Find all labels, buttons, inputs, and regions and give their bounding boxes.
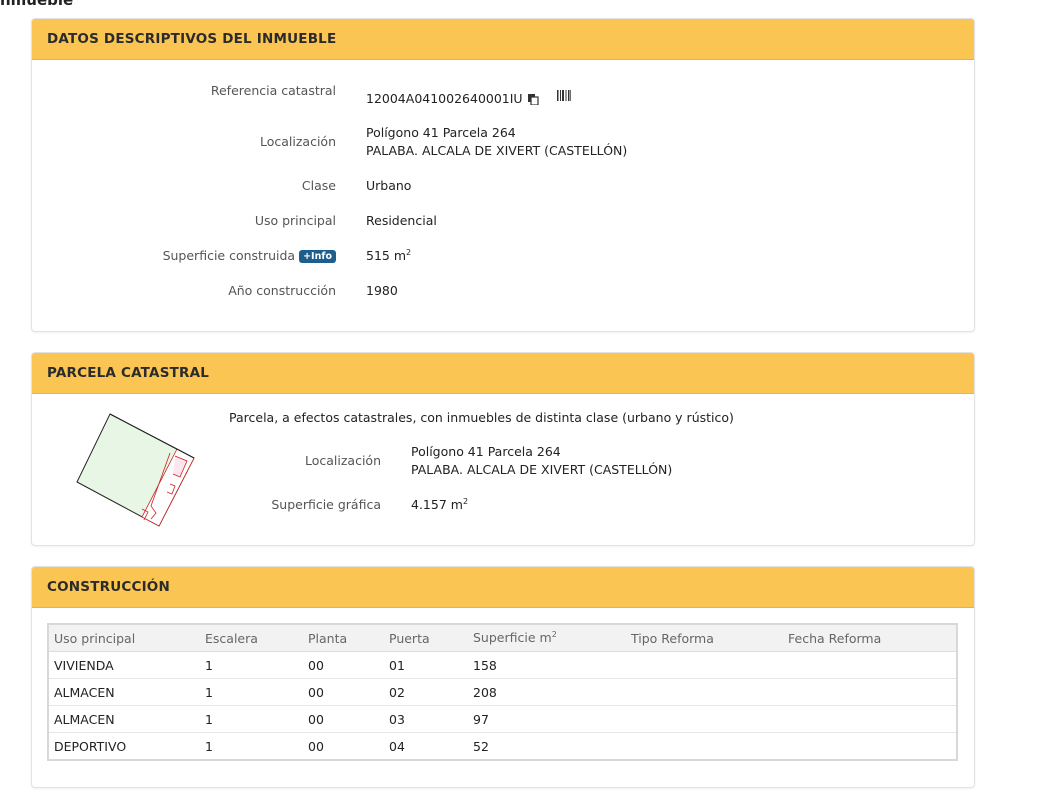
construccion-table: Uso principal Escalera Planta Puerta Sup… [47, 623, 958, 761]
cell-planta: 00 [303, 732, 384, 761]
cell-escalera: 1 [200, 678, 303, 706]
datos-descriptivos-panel: DATOS DESCRIPTIVOS DEL INMUEBLE Referenc… [31, 18, 975, 332]
cell-uso: VIVIENDA [48, 651, 200, 679]
anio-value: 1980 [366, 283, 398, 298]
parcel-map-icon[interactable] [72, 409, 212, 539]
parcela-sup-label: Superficie gráfica [271, 497, 381, 512]
cell-planta: 00 [303, 678, 384, 706]
cell-puerta: 03 [384, 705, 468, 733]
superficie-exp: 2 [406, 248, 412, 257]
cell-fecha-reforma [783, 651, 957, 679]
anio-label: Año construcción [228, 283, 336, 298]
cell-superficie: 52 [468, 732, 626, 761]
header-uso[interactable]: Uso principal [48, 624, 200, 652]
cell-puerta: 04 [384, 732, 468, 761]
cell-escalera: 1 [200, 732, 303, 761]
header-superficie[interactable]: Superficie m2 [468, 624, 626, 652]
ref-value: 12004A041002640001IU [366, 91, 523, 106]
clase-value: Urbano [366, 178, 412, 193]
cell-puerta: 01 [384, 651, 468, 679]
ref-value-group: 12004A041002640001IU [366, 88, 571, 110]
page-heading-cut: nmueble [0, 0, 74, 9]
superficie-label: Superficie construida [162, 248, 296, 263]
superficie-value: 515 m [366, 248, 407, 264]
superficie-value-group: 515 m2 [366, 248, 411, 263]
parcela-loc-label: Localización [304, 453, 381, 468]
header-fecha-reforma[interactable]: Fecha Reforma [783, 624, 957, 652]
header-superficie-exp: 2 [551, 630, 557, 640]
header-planta[interactable]: Planta [303, 624, 384, 652]
parcela-loc-value: Polígono 41 Parcela 264 PALABA. ALCALA D… [411, 443, 672, 479]
table-header-row: Uso principal Escalera Planta Puerta Sup… [48, 624, 957, 652]
cell-puerta: 02 [384, 678, 468, 706]
panel-title: PARCELA CATASTRAL [32, 353, 974, 394]
loc-line-1: Polígono 41 Parcela 264 [366, 125, 516, 140]
barcode-icon[interactable] [556, 88, 571, 106]
info-badge[interactable]: +Info [299, 250, 336, 263]
panel-title: CONSTRUCCIÓN [32, 567, 974, 608]
cell-uso: DEPORTIVO [48, 732, 200, 761]
panel-title: DATOS DESCRIPTIVOS DEL INMUEBLE [32, 19, 974, 60]
cell-tipo-reforma [626, 732, 783, 761]
construccion-panel: CONSTRUCCIÓN Uso principal Escalera Plan… [31, 566, 975, 788]
cell-fecha-reforma [783, 705, 957, 733]
cell-tipo-reforma [626, 651, 783, 679]
header-puerta[interactable]: Puerta [384, 624, 468, 652]
cell-uso: ALMACEN [48, 705, 200, 733]
cell-planta: 00 [303, 651, 384, 679]
copy-icon[interactable] [527, 92, 539, 110]
header-escalera[interactable]: Escalera [200, 624, 303, 652]
cell-fecha-reforma [783, 678, 957, 706]
cell-uso: ALMACEN [48, 678, 200, 706]
loc-line-2: PALABA. ALCALA DE XIVERT (CASTELLÓN) [366, 143, 628, 158]
ref-label: Referencia catastral [210, 83, 336, 98]
cell-escalera: 1 [200, 705, 303, 733]
table-row: VIVIENDA 1 00 01 158 [48, 651, 957, 679]
parcela-sup-value-group: 4.157 m2 [411, 497, 468, 512]
uso-label: Uso principal [254, 213, 336, 228]
header-superficie-label: Superficie m [473, 630, 552, 646]
cell-superficie: 208 [468, 678, 626, 706]
parcela-sup-value: 4.157 m [411, 497, 463, 513]
cell-fecha-reforma [783, 732, 957, 761]
parcela-loc-line-2: PALABA. ALCALA DE XIVERT (CASTELLÓN) [411, 462, 673, 477]
parcela-loc-line-1: Polígono 41 Parcela 264 [411, 444, 561, 459]
table-row: DEPORTIVO 1 00 04 52 [48, 732, 957, 761]
cell-superficie: 97 [468, 705, 626, 733]
parcela-sup-exp: 2 [462, 497, 469, 506]
clase-label: Clase [301, 178, 336, 193]
cell-superficie: 158 [468, 651, 626, 679]
cell-tipo-reforma [626, 705, 783, 733]
parcela-catastral-panel: PARCELA CATASTRAL Parcela, a efectos cat… [31, 352, 975, 546]
cell-planta: 00 [303, 705, 384, 733]
loc-label: Localización [259, 134, 336, 149]
parcela-desc: Parcela, a efectos catastrales, con inmu… [229, 410, 734, 425]
header-tipo-reforma[interactable]: Tipo Reforma [626, 624, 783, 652]
superficie-label-group: Superficie construida +Info [163, 248, 336, 263]
cell-tipo-reforma [626, 678, 783, 706]
loc-value: Polígono 41 Parcela 264 PALABA. ALCALA D… [366, 124, 627, 160]
cell-escalera: 1 [200, 651, 303, 679]
uso-value: Residencial [366, 213, 437, 228]
table-row: ALMACEN 1 00 03 97 [48, 705, 957, 733]
table-row: ALMACEN 1 00 02 208 [48, 678, 957, 706]
